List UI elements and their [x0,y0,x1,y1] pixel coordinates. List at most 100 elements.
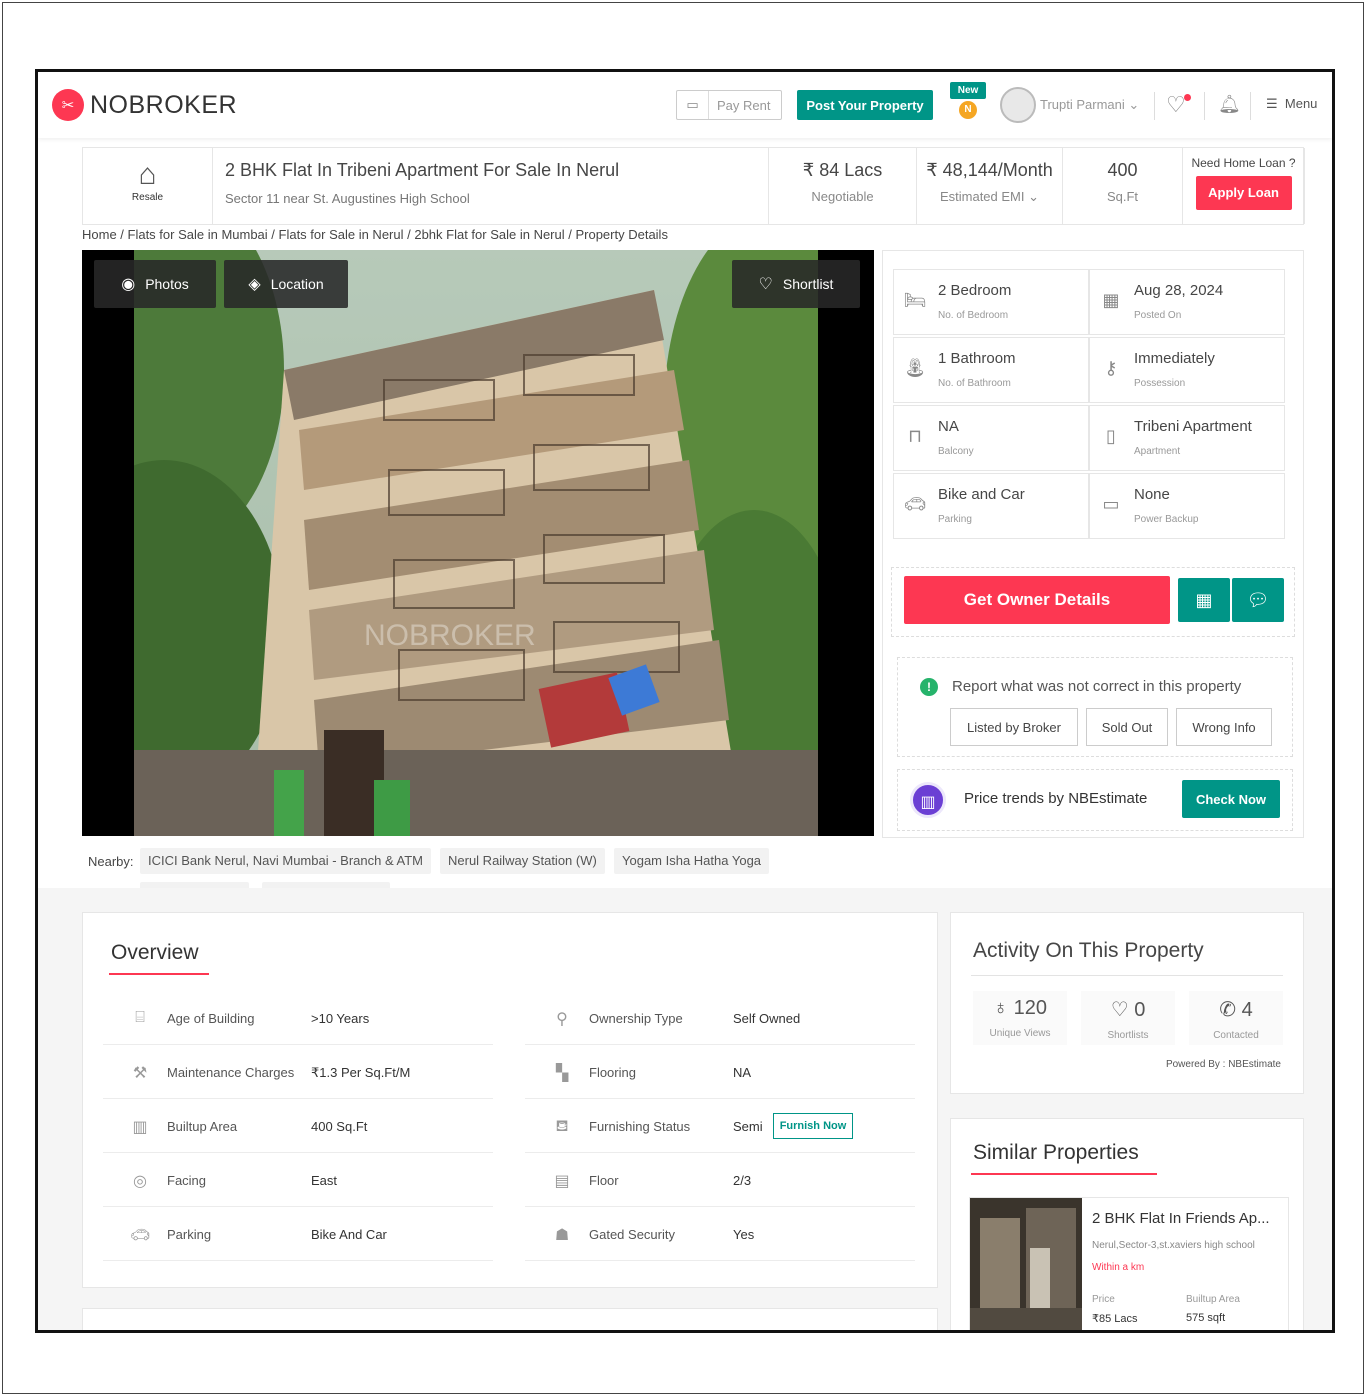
resale-label: Resale [131,192,164,203]
report-text: Report what was not correct in this prop… [952,678,1242,695]
stat-value: 120 [1013,997,1047,1019]
spec-label: Balcony [938,446,974,457]
row-label: Flooring [589,1065,636,1080]
bell-icon[interactable]: 🔔︎ [1218,94,1241,115]
chat-icon: 💬︎ [1246,589,1270,610]
stat-value: 4 [1241,999,1253,1021]
row-label: Builtup Area [167,1119,238,1134]
loan-question: Need Home Loan ? [1191,156,1296,170]
similar-property-photo[interactable] [970,1198,1082,1330]
chart-icon: ▥ [910,782,946,818]
apply-loan-button[interactable]: Apply Loan [1195,176,1292,210]
spec-parking: 🚗︎ Bike and Car Parking [893,473,1089,539]
guard-icon: ☗ [554,1227,570,1244]
nbcoin-icon[interactable]: N [959,101,977,119]
spec-value: NA [938,418,959,435]
spec-value: None [1134,486,1170,503]
nearby-chip[interactable]: ICICI Bank Nerul, Navi Mumbai - Branch &… [140,848,432,874]
title-underline [971,1173,1157,1175]
floor-icon: ▤ [554,1173,570,1190]
spec-bedroom: 🛏︎ 2 Bedroom No. of Bedroom [893,269,1089,335]
similar-property-name[interactable]: 2 BHK Flat In Friends Ap... [1092,1210,1270,1227]
car-icon: 🚗︎ [129,1227,151,1244]
property-summary-bar: ⌂ Resale 2 BHK Flat In Tribeni Apartment… [82,147,1305,225]
menu-button[interactable]: ☰ Menu [1266,96,1317,112]
location-label: Location [270,276,324,292]
stat-value: 0 [1134,999,1146,1021]
row-label: Ownership Type [589,1011,683,1026]
similar-property-address: Nerul,Sector-3,st.xaviers high school [1092,1240,1255,1251]
schedule-visit-button[interactable]: ▦ [1178,578,1230,622]
shortlist-button[interactable]: ♡ Shortlist [732,260,860,308]
property-photo[interactable]: NOBROKER [134,250,818,836]
user-icon: ♁ [993,997,1009,1019]
price-label: Price [1092,1294,1115,1305]
nearby-chip[interactable]: Yogam Isha Hatha Yoga [614,848,770,874]
spec-label: Parking [938,514,972,525]
spec-value: Bike and Car [938,486,1025,503]
post-property-button[interactable]: Post Your Property [797,90,933,120]
building-icon: ▯ [1106,426,1116,446]
stat-label: Contacted [1213,1030,1259,1041]
report-box: ! Report what was not correct in this pr… [897,657,1293,757]
shortlist-heart-icon[interactable]: ♡ [1166,92,1186,118]
user-menu[interactable]: Trupti Parmani ⌄ [1040,97,1139,113]
location-button[interactable]: ◈ Location [224,260,348,308]
calendar-icon: ▦ [1102,290,1120,310]
phone-icon: ✆ [1219,999,1237,1021]
photos-label: Photos [145,276,189,292]
user-avatar[interactable] [1000,87,1036,123]
emi-value: ₹ 48,144/Month [926,160,1053,180]
price-value: ₹85 Lacs [1092,1313,1138,1325]
row-label: Maintenance Charges [167,1065,295,1080]
activity-title: Activity On This Property [973,939,1204,962]
nearby-chip[interactable]: Nerul Railway Station (W) [440,848,605,874]
get-owner-details-button[interactable]: Get Owner Details [904,576,1170,624]
price-block: ₹ 84 Lacs Negotiable [769,148,917,224]
overview-row: ▥ Builtup Area 400 Sq.Ft [103,1099,493,1153]
divider [1154,92,1155,120]
breadcrumb[interactable]: Home / Flats for Sale in Mumbai / Flats … [82,227,668,242]
area-unit: Sq.Ft [1106,189,1139,204]
sold-out-button[interactable]: Sold Out [1086,708,1168,746]
next-card [82,1308,938,1330]
spec-value: Immediately [1134,350,1215,367]
logo-icon: ✂ [52,89,84,121]
property-address: Sector 11 near St. Augustines High Schoo… [225,191,470,206]
check-now-button[interactable]: Check Now [1182,780,1280,818]
wrong-info-button[interactable]: Wrong Info [1176,708,1272,746]
emi-block[interactable]: ₹ 48,144/Month Estimated EMI ⌄ [917,148,1063,224]
property-specs-panel: 🛏︎ 2 Bedroom No. of Bedroom ▦ Aug 28, 2024 P… [882,250,1304,838]
row-label: Floor [589,1173,619,1188]
builtup-icon: ▥ [132,1119,148,1136]
furnish-now-button[interactable]: Furnish Now [773,1113,853,1139]
loan-block: Need Home Loan ? Apply Loan [1183,148,1305,224]
spec-apartment: ▯ Tribeni Apartment Apartment [1089,405,1285,471]
resale-tag: ⌂ Resale [83,148,213,224]
nobroker-logo[interactable]: ✂ NOBROKER [52,89,237,121]
compass-icon: ◈ [248,276,261,293]
contacted-stat: ✆ 4 Contacted [1189,991,1283,1045]
row-value: Semi [733,1119,763,1134]
chat-button[interactable]: 💬︎ [1232,578,1284,622]
price-trends-text: Price trends by NBEstimate [964,790,1148,807]
nearby-label: Nearby: [88,854,134,869]
overview-row: ⛾ Furnishing Status Semi Furnish Now [525,1099,915,1153]
photos-button[interactable]: ◉ Photos [94,260,216,308]
spec-value: Aug 28, 2024 [1134,282,1224,299]
similar-property-item[interactable]: 2 BHK Flat In Friends Ap... Nerul,Sector… [969,1197,1289,1330]
owner-contact-box: Get Owner Details ▦ 💬︎ [891,567,1295,637]
spec-label: Apartment [1134,446,1181,457]
spec-value: 2 Bedroom [938,282,1012,299]
shortlists-stat: ♡ 0 Shortlists [1081,991,1175,1045]
row-label: Furnishing Status [589,1119,691,1134]
title-block: 2 BHK Flat In Tribeni Apartment For Sale… [213,148,769,224]
listed-by-broker-button[interactable]: Listed by Broker [950,708,1078,746]
balcony-icon: ⊓ [907,426,923,446]
photo-gallery[interactable]: NOBROKER ◉ Photos ◈ Location ♡ Shortlist [82,250,874,836]
price-value: ₹ 84 Lacs [802,160,883,180]
row-value: 400 Sq.Ft [311,1119,368,1134]
pay-rent-button[interactable]: ▭ Pay Rent [676,90,782,120]
notification-dot [1184,94,1191,101]
spec-label: Possession [1134,378,1186,389]
